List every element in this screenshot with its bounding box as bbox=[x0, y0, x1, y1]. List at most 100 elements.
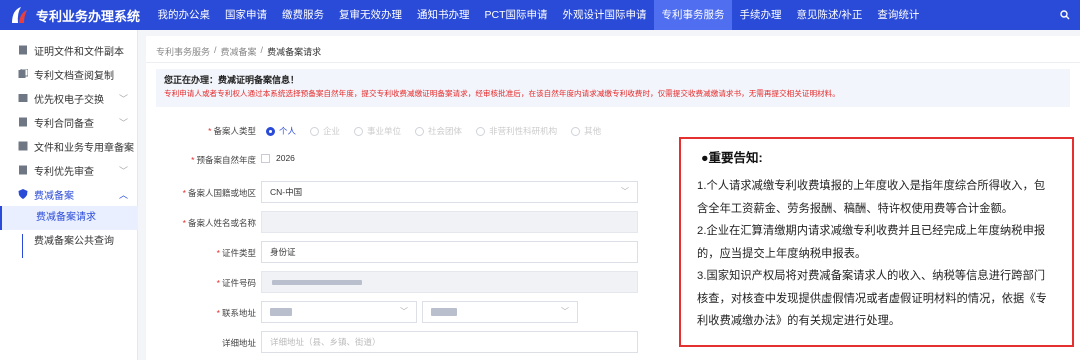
breadcrumb-separator: / bbox=[260, 45, 264, 55]
sidebar-item-priority-examination[interactable]: 专利优先审查 ﹀ bbox=[0, 158, 138, 182]
app-title: 专利业务办理系统 bbox=[36, 8, 141, 24]
sidebar-item-contract-record[interactable]: 专利合同备查 ﹀ bbox=[0, 110, 138, 134]
nav-item-national-application[interactable]: 国家申请 bbox=[218, 0, 275, 30]
top-navbar: 专利业务办理系统 我的办公桌 国家申请 缴费服务 复审无效办理 通知书办理 PC… bbox=[0, 0, 1080, 30]
important-notice-panel: ●重要告知: 1.个人请求减缴专利收费填报的上年度收入是指年度综合所得收入，包含… bbox=[679, 137, 1074, 347]
chevron-down-icon: ﹀ bbox=[621, 187, 629, 196]
detail-address-input[interactable]: 详细地址（县、乡镇、街道） bbox=[261, 331, 638, 353]
shield-icon bbox=[18, 189, 28, 199]
priority-icon bbox=[18, 165, 28, 175]
nav-item-notifications[interactable]: 通知书办理 bbox=[410, 0, 478, 30]
sidebar-item-label: 专利文档查阅复制 bbox=[34, 70, 114, 82]
nav-item-payment[interactable]: 缴费服务 bbox=[275, 0, 332, 30]
chevron-down-icon: ﹀ bbox=[561, 307, 569, 316]
chevron-up-icon: ︿ bbox=[118, 190, 128, 200]
search-icon bbox=[1060, 10, 1070, 20]
important-notice-item-1: 1.个人请求减缴专利收费填报的上年度收入是指年度综合所得收入，包含全年工资薪金、… bbox=[697, 180, 1046, 215]
nav-item-reexamination[interactable]: 复审无效办理 bbox=[332, 0, 410, 30]
sidebar-subitem-fee-reduction-request[interactable]: 费减备案请求 bbox=[0, 206, 138, 230]
masked-text bbox=[431, 308, 457, 316]
masked-text bbox=[270, 308, 292, 316]
sidebar: 证明文件和文件副本 专利文档查阅复制 优先权电子交换 ﹀ 专利合同备查 ﹀ 文件… bbox=[0, 30, 138, 360]
radio-other[interactable]: 其他 bbox=[571, 125, 601, 137]
notice-box: 您正在办理：费减证明备案信息！ 专利申请人或者专利权人通过本系统选择预备案自然年… bbox=[156, 69, 1070, 107]
applicant-type-group: 个人 企业 事业单位 社会团体 非营利性科研机构 其他 bbox=[266, 125, 601, 137]
sidebar-item-document-copy[interactable]: 专利文档查阅复制 bbox=[0, 62, 138, 86]
type-label: * 备案人类型 bbox=[208, 126, 256, 136]
search-button[interactable] bbox=[1050, 0, 1080, 30]
id-type-select[interactable]: 身份证 bbox=[261, 241, 638, 263]
year-label: * 预备案自然年度 bbox=[191, 155, 256, 165]
sidebar-item-label: 专利合同备查 bbox=[34, 118, 94, 130]
radio-dot bbox=[415, 126, 425, 136]
masked-text bbox=[272, 280, 362, 285]
copy-icon bbox=[18, 68, 29, 79]
sidebar-subitem-fee-reduction-query[interactable]: 费减备案公共查询 bbox=[0, 230, 138, 254]
sidebar-item-label: 费减备案 bbox=[34, 190, 74, 202]
logo-icon bbox=[8, 4, 30, 26]
id-type-value: 身份证 bbox=[270, 247, 296, 257]
radio-enterprise[interactable]: 企业 bbox=[310, 125, 340, 137]
nav-item-query-stats[interactable]: 查询统计 bbox=[870, 0, 927, 30]
checkbox-box bbox=[261, 153, 270, 163]
nav-item-my-desk[interactable]: 我的办公桌 bbox=[150, 0, 218, 30]
important-notice-item-3: 3.国家知识产权局将对费减备案请求人的收入、纳税等信息进行跨部门核查，对核查中发… bbox=[697, 270, 1047, 327]
nav-item-pct[interactable]: PCT国际申请 bbox=[477, 0, 555, 30]
address-label: * 联系地址 bbox=[216, 308, 256, 318]
id-number-field[interactable] bbox=[261, 271, 638, 293]
nav-item-design-international[interactable]: 外观设计国际申请 bbox=[555, 0, 654, 30]
detail-address-label: 详细地址 bbox=[221, 338, 256, 348]
important-notice-title: ●重要告知: bbox=[701, 151, 763, 165]
notice-text: 专利申请人或者专利权人通过本系统选择预备案自然年度，提交专利收费减缴证明备案请求… bbox=[164, 89, 840, 98]
address-province-select[interactable]: ﹀ bbox=[261, 301, 417, 323]
divider bbox=[146, 62, 1080, 63]
detail-address-placeholder: 详细地址（县、乡镇、街道） bbox=[270, 337, 381, 347]
radio-dot bbox=[571, 126, 581, 136]
important-notice-item-2: 2.企业在汇算清缴期内请求减缴专利收费并且已经完成上年度纳税申报的，应当提交上年… bbox=[697, 225, 1046, 260]
notice-title: 您正在办理：费减证明备案信息！ bbox=[164, 75, 300, 85]
chevron-down-icon: ﹀ bbox=[118, 94, 128, 104]
breadcrumb-item[interactable]: 专利事务服务 bbox=[156, 45, 210, 58]
sidebar-item-seal-record[interactable]: 文件和业务专用章备案 ﹀ bbox=[0, 134, 138, 158]
nav-item-procedures[interactable]: 手续办理 bbox=[732, 0, 789, 30]
year-value: 2026 bbox=[276, 153, 295, 163]
chevron-down-icon: ﹀ bbox=[400, 307, 408, 316]
name-label: * 备案人姓名或名称 bbox=[182, 218, 256, 228]
chevron-down-icon: ﹀ bbox=[118, 166, 128, 176]
name-field[interactable] bbox=[261, 211, 638, 233]
main-nav: 我的办公桌 国家申请 缴费服务 复审无效办理 通知书办理 PCT国际申请 外观设… bbox=[150, 0, 927, 30]
sidebar-item-label: 证明文件和文件副本 bbox=[34, 46, 124, 58]
stamp-icon bbox=[18, 141, 28, 151]
app-logo[interactable]: 专利业务办理系统 bbox=[0, 4, 150, 26]
nav-item-patent-affairs[interactable]: 专利事务服务 bbox=[654, 0, 732, 30]
exchange-icon bbox=[18, 93, 28, 103]
radio-dot bbox=[476, 126, 486, 136]
id-number-label: * 证件号码 bbox=[216, 278, 256, 288]
radio-dot bbox=[310, 126, 320, 136]
breadcrumb-current: 费减备案请求 bbox=[267, 47, 322, 57]
breadcrumb-item[interactable]: 费减备案 bbox=[221, 45, 257, 58]
breadcrumb: 专利事务服务 / 费减备案 / 费减备案请求 bbox=[156, 45, 321, 58]
sidebar-item-label: 优先权电子交换 bbox=[34, 94, 104, 106]
year-checkbox[interactable]: 2026 bbox=[261, 153, 295, 163]
nationality-label: * 备案人国籍或地区 bbox=[182, 188, 256, 198]
radio-social-group[interactable]: 社会团体 bbox=[415, 125, 462, 137]
radio-institution[interactable]: 事业单位 bbox=[354, 125, 401, 137]
sidebar-item-label: 专利优先审查 bbox=[34, 166, 94, 178]
sidebar-item-certificates[interactable]: 证明文件和文件副本 bbox=[0, 38, 138, 62]
radio-dot bbox=[266, 126, 275, 136]
nav-item-opinion-correction[interactable]: 意见陈述/补正 bbox=[789, 0, 870, 30]
radio-dot bbox=[354, 126, 364, 136]
document-icon bbox=[18, 45, 28, 55]
breadcrumb-separator: / bbox=[214, 45, 217, 55]
sidebar-item-fee-reduction[interactable]: 费减备案 ︿ bbox=[0, 182, 138, 206]
chevron-down-icon: ﹀ bbox=[118, 142, 128, 152]
radio-nonprofit-research[interactable]: 非营利性科研机构 bbox=[476, 125, 557, 137]
id-type-label: * 证件类型 bbox=[216, 248, 256, 258]
nationality-select[interactable]: CN-中国 ﹀ bbox=[261, 181, 638, 203]
radio-individual[interactable]: 个人 bbox=[266, 125, 296, 137]
address-city-select[interactable]: ﹀ bbox=[422, 301, 578, 323]
chevron-down-icon: ﹀ bbox=[118, 118, 128, 128]
contract-icon bbox=[18, 117, 28, 127]
sidebar-item-priority-exchange[interactable]: 优先权电子交换 ﹀ bbox=[0, 86, 138, 110]
